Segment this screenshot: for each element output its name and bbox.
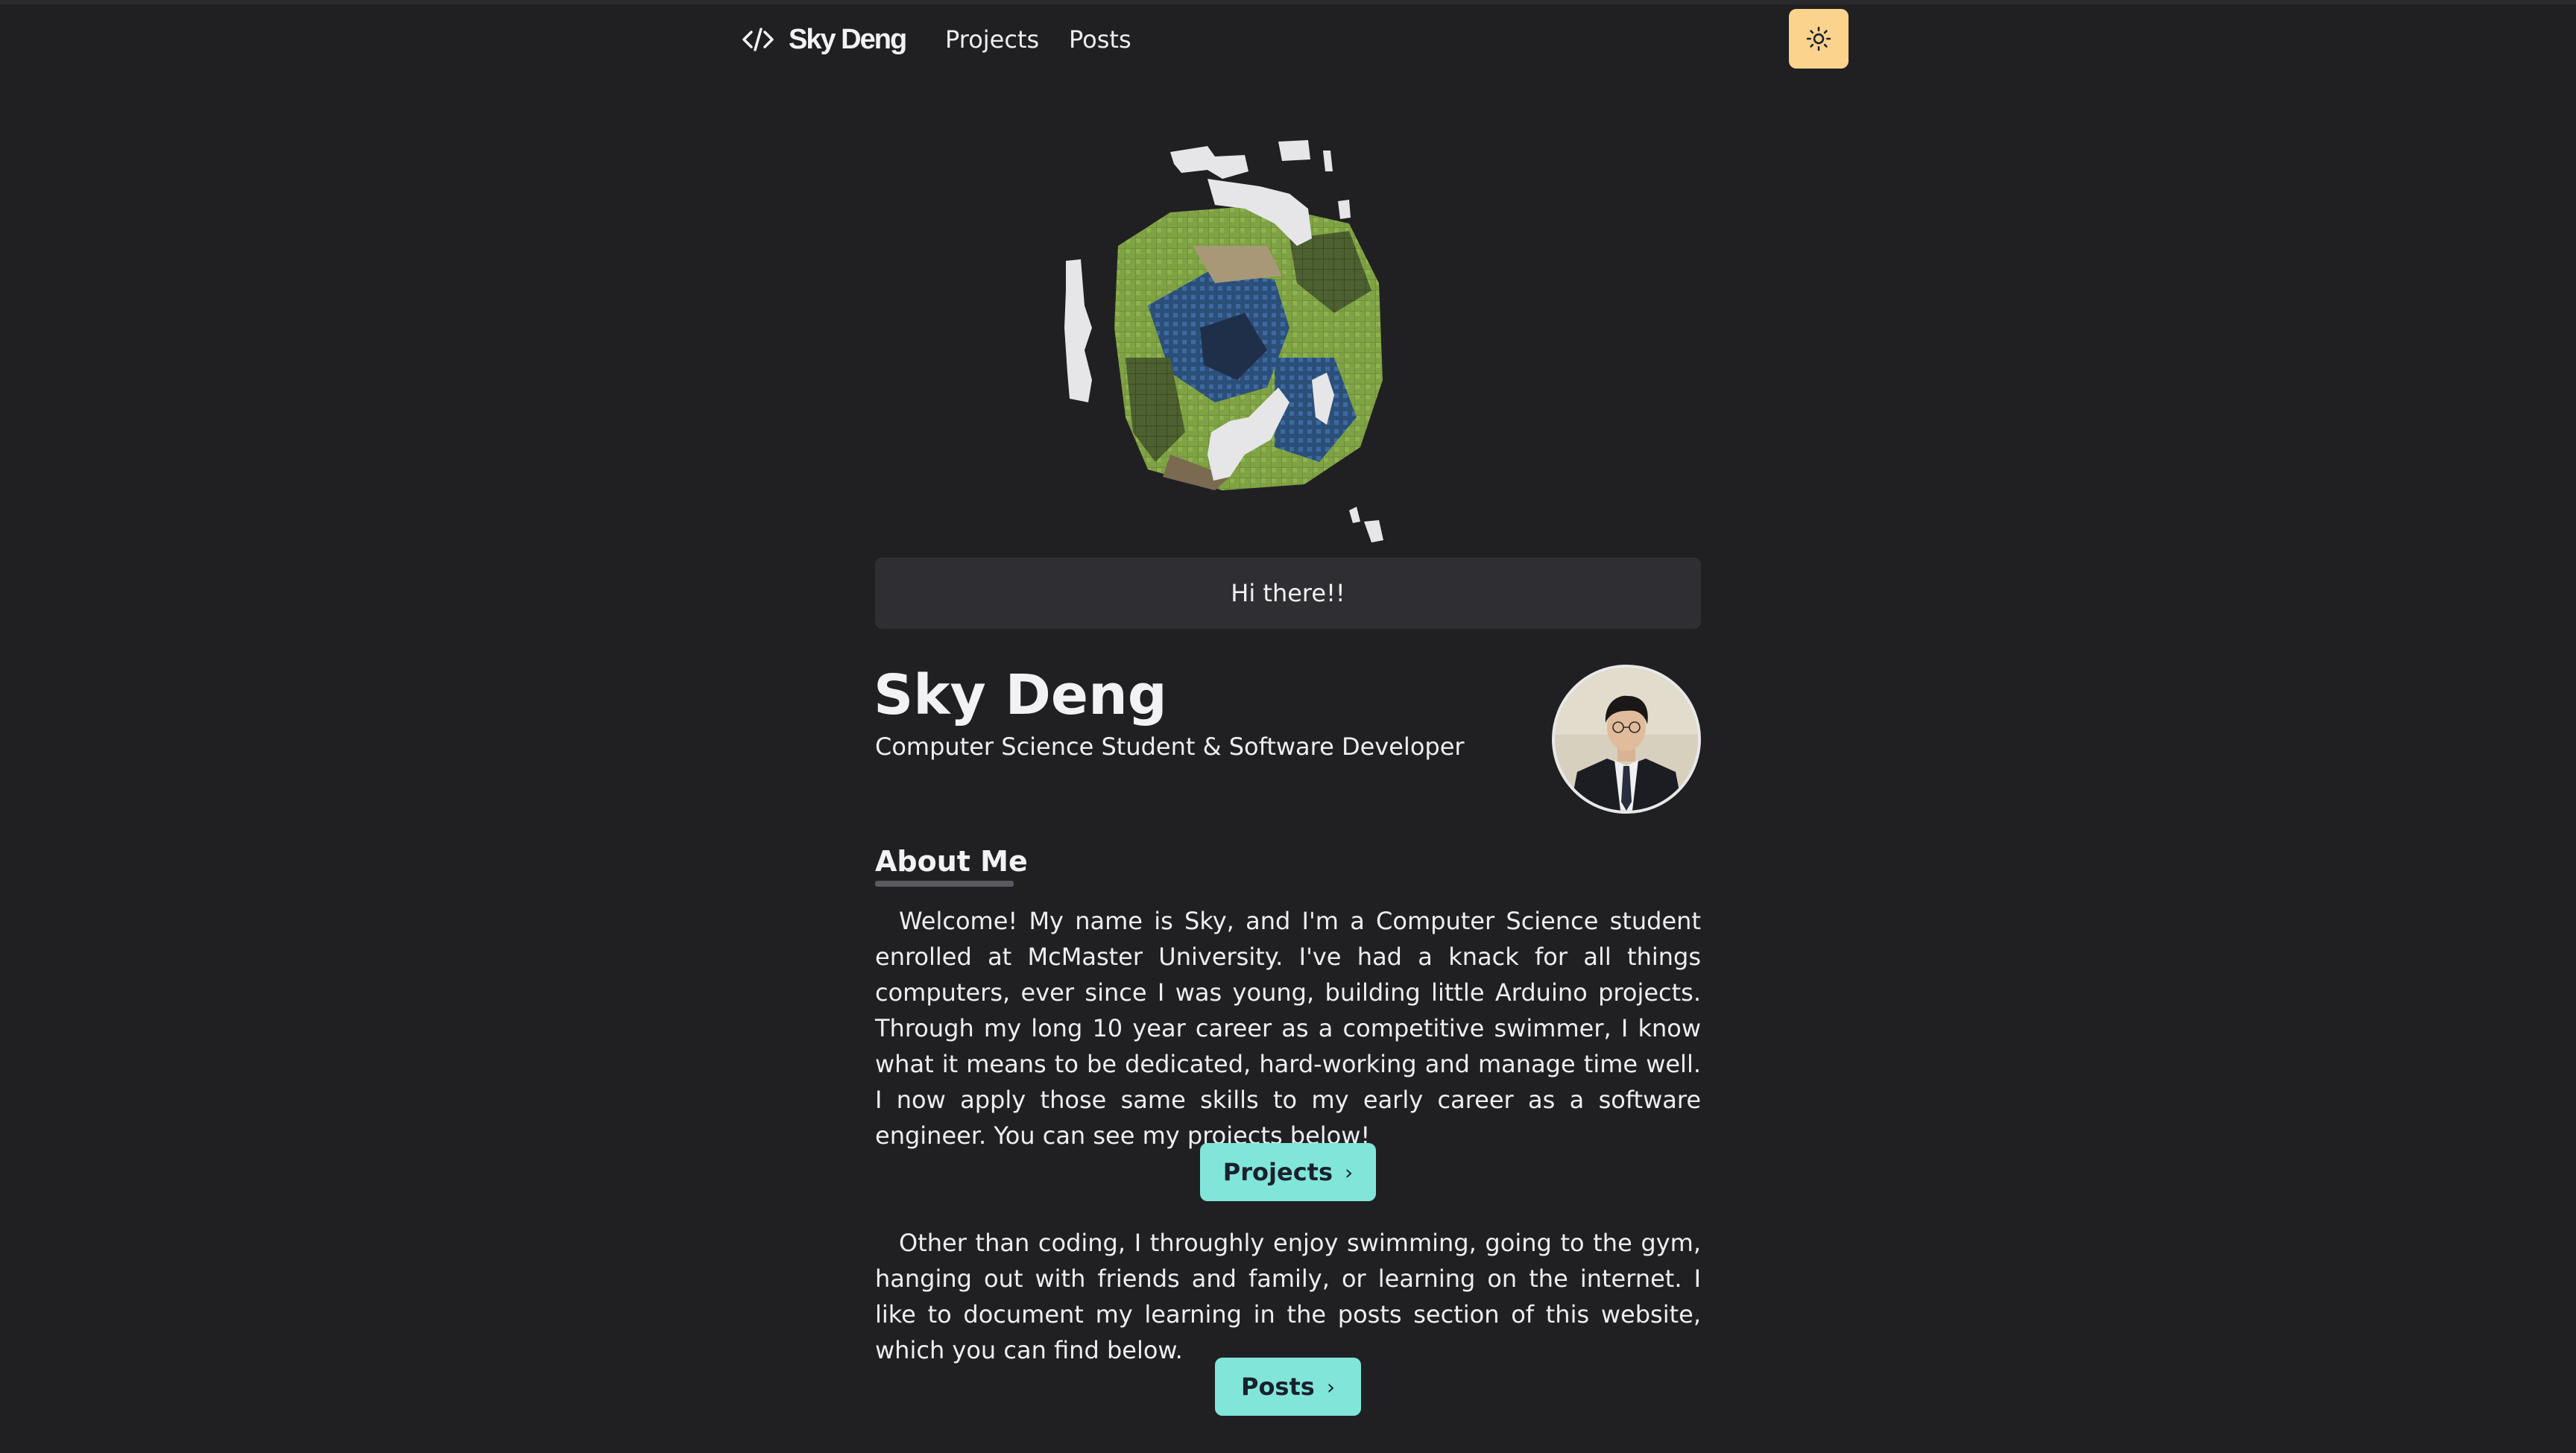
page: Sky Deng Projects Posts Hi there!! Sky D… <box>0 0 2576 1453</box>
brand-logo-link[interactable]: Sky Deng <box>741 16 907 63</box>
nav-link-projects[interactable]: Projects <box>945 21 1039 58</box>
profile-photo <box>1555 668 1698 811</box>
chevron-right-icon: › <box>1345 1159 1354 1185</box>
avatar <box>1552 665 1701 814</box>
greeting-banner: Hi there!! <box>875 557 1701 629</box>
nav-link-posts[interactable]: Posts <box>1069 21 1131 58</box>
brand-name: Sky Deng <box>789 23 907 55</box>
projects-button[interactable]: Projects › <box>1200 1143 1376 1201</box>
heading-underline <box>875 881 1014 887</box>
about-paragraph-2: Other than coding, I throughly enjoy swi… <box>875 1229 1701 1364</box>
posts-button[interactable]: Posts › <box>1215 1358 1361 1416</box>
navbar: Sky Deng Projects Posts <box>0 0 2576 80</box>
sun-icon <box>1806 26 1831 51</box>
voxel-planet-illustration <box>1064 140 1383 542</box>
posts-button-label: Posts <box>1240 1373 1315 1401</box>
chevron-right-icon: › <box>1326 1374 1336 1399</box>
projects-button-label: Projects <box>1222 1158 1333 1186</box>
code-icon <box>742 28 774 51</box>
profile-name: Sky Deng <box>874 663 1167 727</box>
about-paragraph-1: Welcome! My name is Sky, and I'm a Compu… <box>875 907 1701 1150</box>
profile-tagline: Computer Science Student & Software Deve… <box>875 732 1465 761</box>
about-me-heading: About Me <box>875 845 1028 878</box>
theme-toggle-button[interactable] <box>1789 9 1849 69</box>
